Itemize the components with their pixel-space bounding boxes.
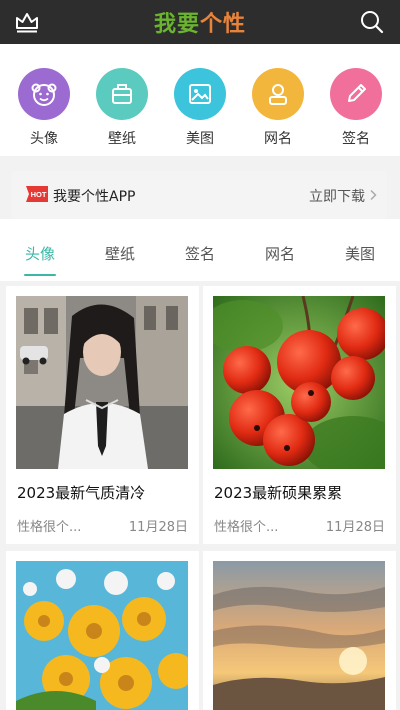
card-date: 11月28日 bbox=[128, 520, 188, 535]
tab-label: 美图 bbox=[344, 245, 375, 263]
red-berries-photo[interactable] bbox=[213, 296, 385, 469]
hot-badge-icon: HOT bbox=[26, 186, 48, 202]
banner-title: 我要个性APP bbox=[53, 189, 136, 205]
tab-nickname[interactable]: 网名 bbox=[250, 243, 310, 264]
download-now-link[interactable]: 立即下载 bbox=[309, 186, 365, 206]
wallpaper-icon bbox=[96, 68, 148, 120]
top-bar: 我要个性 bbox=[0, 0, 400, 44]
category-pictures[interactable]: 美图 bbox=[170, 68, 230, 148]
download-banner[interactable]: HOT 我要个性APP 立即下载 bbox=[12, 171, 387, 219]
card-excerpt: 性格很个... bbox=[214, 520, 279, 535]
category-avatar[interactable]: 头像 bbox=[14, 68, 74, 148]
category-wallpaper[interactable]: 壁纸 bbox=[92, 68, 152, 148]
pencil-icon bbox=[330, 68, 382, 120]
category-grid: 头像 壁纸 美图 网名 签名 bbox=[0, 44, 400, 156]
tab-label: 签名 bbox=[184, 245, 215, 263]
card-title: 2023最新气质清冷 bbox=[17, 484, 146, 502]
search-icon[interactable] bbox=[360, 10, 384, 34]
tab-avatar[interactable]: 头像 bbox=[10, 243, 70, 276]
tab-label: 网名 bbox=[264, 245, 295, 263]
post-card[interactable] bbox=[6, 551, 199, 710]
category-label: 美图 bbox=[186, 131, 214, 147]
category-label: 网名 bbox=[264, 131, 292, 147]
yellow-flowers-photo[interactable] bbox=[16, 561, 188, 710]
post-card[interactable]: 2023最新硕果累累 性格很个... 11月28日 bbox=[203, 286, 396, 544]
tab-label: 头像 bbox=[24, 245, 55, 263]
category-label: 头像 bbox=[30, 131, 58, 147]
portrait-photo[interactable] bbox=[16, 296, 188, 469]
content-tabs: 头像 壁纸 签名 网名 美图 bbox=[0, 219, 400, 281]
category-label: 壁纸 bbox=[108, 131, 136, 147]
logo-part-2: 个性 bbox=[200, 12, 247, 37]
card-date: 11月28日 bbox=[325, 520, 385, 535]
tab-signature[interactable]: 签名 bbox=[170, 243, 230, 264]
logo-part-1: 我要 bbox=[153, 12, 200, 37]
category-label: 签名 bbox=[342, 131, 370, 147]
hot-badge-text: HOT bbox=[31, 190, 47, 199]
tab-label: 壁纸 bbox=[104, 245, 135, 263]
app-logo: 我要个性 bbox=[0, 6, 400, 38]
chevron-right-icon bbox=[370, 189, 377, 201]
card-title: 2023最新硕果累累 bbox=[214, 484, 343, 502]
image-icon bbox=[174, 68, 226, 120]
card-excerpt: 性格很个... bbox=[17, 520, 82, 535]
category-signature[interactable]: 签名 bbox=[326, 68, 386, 148]
post-card[interactable] bbox=[203, 551, 396, 710]
tab-pictures[interactable]: 美图 bbox=[330, 243, 390, 264]
user-icon bbox=[252, 68, 304, 120]
tab-wallpaper[interactable]: 壁纸 bbox=[90, 243, 150, 264]
active-tab-indicator bbox=[24, 274, 56, 276]
post-card[interactable]: 2023最新气质清冷 性格很个... 11月28日 bbox=[6, 286, 199, 544]
sunset-photo[interactable] bbox=[213, 561, 385, 710]
category-nickname[interactable]: 网名 bbox=[248, 68, 308, 148]
baby-face-icon bbox=[18, 68, 70, 120]
